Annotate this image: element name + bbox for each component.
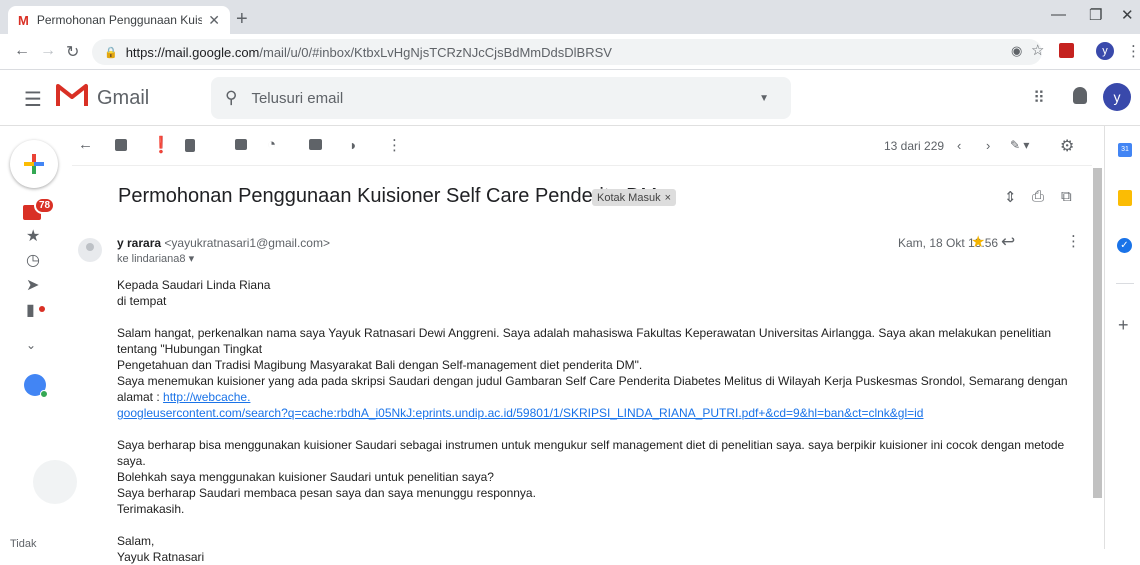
- body-line: Kepada Saudari Linda Riana: [117, 278, 271, 292]
- location-icon[interactable]: ◉: [1011, 43, 1022, 59]
- archive-icon[interactable]: [115, 139, 127, 151]
- message-more-icon[interactable]: ⋮: [1066, 232, 1081, 250]
- more-labels-chevron-icon[interactable]: ⌄: [26, 338, 36, 352]
- delete-icon[interactable]: [185, 139, 195, 152]
- settings-gear-icon[interactable]: ⚙: [1060, 136, 1074, 156]
- browser-tab[interactable]: M Permohonan Penggunaan Kuisio ✕: [8, 6, 230, 34]
- url-path: /mail/u/0/#inbox/KtbxLvHgNjsTCRzNJcCjsBd…: [259, 44, 612, 60]
- more-actions-icon[interactable]: ⋮: [387, 136, 402, 154]
- expand-all-icon[interactable]: ⇕: [1004, 188, 1017, 206]
- body-line: Salam,: [117, 534, 155, 548]
- newer-icon[interactable]: ‹: [957, 138, 961, 153]
- open-new-window-icon[interactable]: ⧉: [1061, 188, 1072, 205]
- back-icon[interactable]: ←: [14, 42, 30, 60]
- forward-icon[interactable]: →: [40, 42, 56, 60]
- search-icon[interactable]: ⚲: [225, 88, 237, 108]
- message-subject: Permohonan Penggunaan Kuisioner Self Car…: [118, 185, 658, 207]
- gmail-favicon-icon: M: [18, 12, 29, 28]
- sender-avatar: [78, 238, 102, 262]
- body-line: Saya berharap bisa menggunakan kuisioner…: [117, 438, 1065, 468]
- browser-navbar: ← → ↻ 🔒 https://mail.google.com/mail/u/0…: [0, 34, 1140, 70]
- hangouts-placeholder: [33, 460, 77, 504]
- print-icon[interactable]: ⎙: [1032, 188, 1044, 205]
- label-chip-text: Kotak Masuk: [597, 191, 661, 204]
- starred-icon[interactable]: ★: [26, 226, 40, 246]
- browser-profile-avatar[interactable]: y: [1096, 42, 1114, 60]
- body-line: Saya berharap Saudari membaca pesan saya…: [117, 486, 536, 500]
- message-body: Kepada Saudari Linda Riana di tempat Sal…: [117, 277, 1077, 565]
- tasks-icon[interactable]: ✓: [1117, 238, 1132, 253]
- sent-icon[interactable]: ➤: [26, 275, 39, 295]
- new-tab-icon[interactable]: +: [236, 8, 248, 31]
- compose-button[interactable]: [10, 140, 58, 188]
- back-to-inbox-icon[interactable]: ←: [78, 136, 93, 153]
- notifications-icon[interactable]: [1073, 87, 1087, 104]
- recipient-dropdown-icon[interactable]: ▾: [189, 253, 195, 265]
- webcache-link[interactable]: http://webcache.: [163, 390, 250, 404]
- gmail-logo-icon[interactable]: [56, 82, 88, 108]
- tab-close-icon[interactable]: ✕: [208, 12, 220, 29]
- tab-title: Permohonan Penggunaan Kuisio: [36, 13, 203, 27]
- input-tools-icon[interactable]: ✎ ▾: [1010, 138, 1029, 152]
- snoozed-icon[interactable]: ◷: [26, 250, 40, 270]
- body-line: Salam hangat, perkenalkan nama saya Yayu…: [117, 326, 1052, 356]
- older-icon[interactable]: ›: [986, 138, 990, 153]
- gmail-logo-text[interactable]: Gmail: [97, 87, 149, 110]
- window-close-icon[interactable]: ✕: [1121, 6, 1134, 24]
- move-to-icon[interactable]: [309, 139, 322, 150]
- browser-tab-strip: M Permohonan Penggunaan Kuisio ✕ + — ❐ ✕: [0, 0, 1140, 34]
- star-icon[interactable]: ★: [971, 232, 985, 252]
- bookmark-star-icon[interactable]: ☆: [1031, 41, 1044, 59]
- inbox-label-chip[interactable]: Kotak Masuk ×: [592, 189, 677, 206]
- body-line: Terimakasih.: [117, 502, 185, 516]
- body-line: di tempat: [117, 294, 167, 308]
- url-host: https://mail.google.com: [125, 44, 260, 60]
- lock-icon: 🔒: [104, 46, 118, 59]
- report-spam-icon[interactable]: ❗: [151, 135, 171, 155]
- account-avatar[interactable]: y: [1103, 83, 1131, 111]
- gmail-header: ☰ Gmail ⚲ Telusuri email ▼ ⠿ y: [0, 70, 1140, 126]
- online-status-dot: [40, 390, 48, 398]
- calendar-icon[interactable]: 31: [1118, 143, 1132, 157]
- body-line: Saya menemukan kuisioner yang ada pada s…: [117, 373, 1077, 405]
- compose-plus-icon: [24, 154, 44, 174]
- extension-icon[interactable]: [1059, 43, 1074, 58]
- search-placeholder: Telusuri email: [251, 89, 344, 107]
- reply-icon[interactable]: ↩: [1001, 232, 1015, 252]
- body-line: googleusercontent.com/search?q=cache:rbd…: [117, 405, 1077, 421]
- drafts-indicator: [39, 306, 45, 312]
- pagination-info: 13 dari 229: [884, 139, 945, 153]
- search-input[interactable]: ⚲ Telusuri email ▼: [211, 77, 791, 119]
- rail-footer-text: Tidak: [10, 538, 37, 550]
- body-text: Saya menemukan kuisioner yang ada pada s…: [117, 374, 1068, 404]
- minimize-icon[interactable]: —: [1051, 6, 1066, 23]
- drafts-icon[interactable]: ▮: [26, 300, 35, 320]
- inbox-unread-badge: 78: [34, 197, 56, 214]
- reload-icon[interactable]: ↻: [66, 42, 79, 62]
- message-toolbar: ← ❗ ◔ ◗ ⋮ 13 dari 229 ‹ › ✎ ▾ ⚙: [72, 130, 1092, 166]
- body-line: Yayuk Ratnasari: [117, 550, 205, 564]
- recipient-text: ke lindariana8: [117, 253, 186, 265]
- webcache-link-continued[interactable]: googleusercontent.com/search?q=cache:rbd…: [117, 406, 923, 420]
- labels-icon[interactable]: ◗: [349, 137, 357, 153]
- sender-info[interactable]: y rarara <yayukratnasari1@gmail.com>: [117, 236, 330, 250]
- apps-grid-icon[interactable]: ⠿: [1033, 88, 1045, 108]
- snooze-icon[interactable]: ◔: [267, 136, 276, 153]
- get-addons-icon[interactable]: +: [1118, 315, 1129, 336]
- side-panel-divider: [1116, 283, 1134, 284]
- message-scrollbar[interactable]: [1093, 168, 1102, 498]
- body-line: Pengetahuan dan Tradisi Magibung Masyara…: [117, 358, 643, 372]
- restore-icon[interactable]: ❐: [1089, 6, 1102, 24]
- label-remove-icon[interactable]: ×: [665, 192, 671, 204]
- browser-menu-icon[interactable]: ⋮: [1126, 42, 1140, 60]
- sender-name: y rarara: [117, 236, 162, 250]
- sender-email: <yayukratnasari1@gmail.com>: [164, 236, 330, 250]
- body-line: Bolehkah saya menggunakan kuisioner Saud…: [117, 470, 494, 484]
- keep-icon[interactable]: [1118, 190, 1132, 206]
- search-options-icon[interactable]: ▼: [759, 93, 769, 104]
- main-menu-icon[interactable]: ☰: [24, 87, 42, 112]
- address-bar[interactable]: 🔒 https://mail.google.com/mail/u/0/#inbo…: [92, 39, 1042, 65]
- recipient-info[interactable]: ke lindariana8 ▾: [117, 252, 194, 265]
- mark-unread-icon[interactable]: [235, 139, 247, 150]
